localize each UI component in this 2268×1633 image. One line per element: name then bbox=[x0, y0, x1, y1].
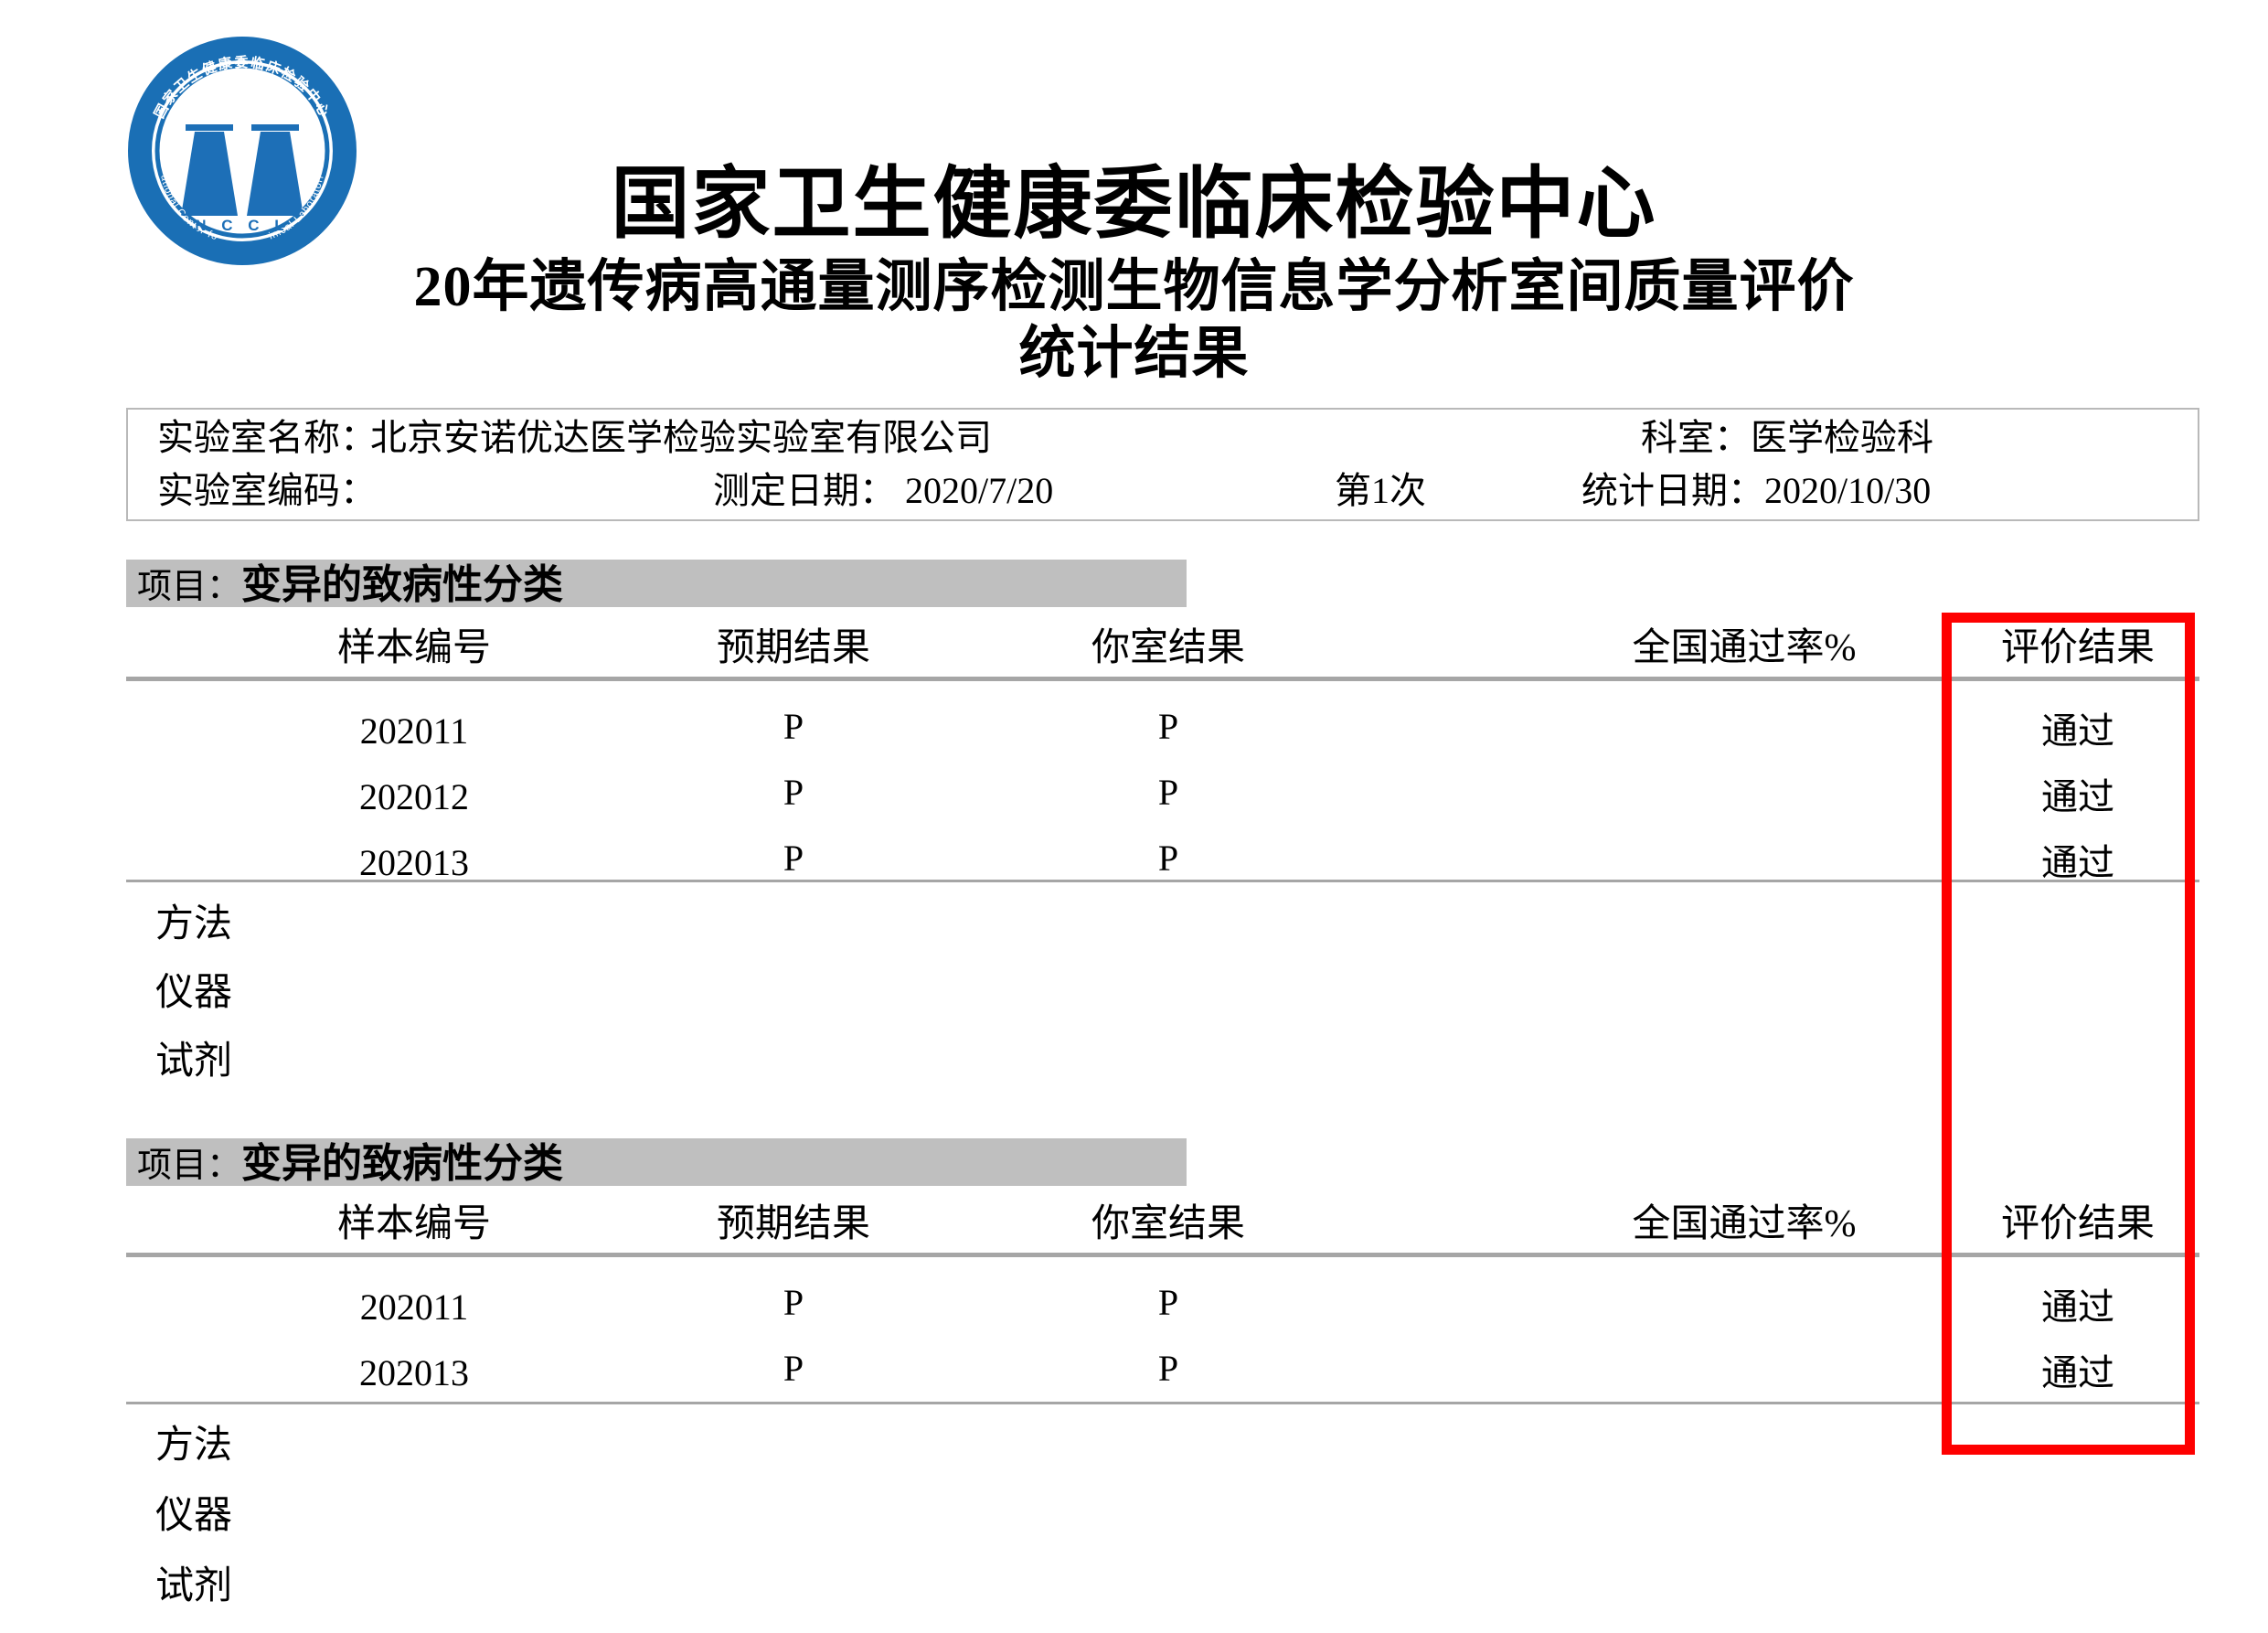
cell-yours: P bbox=[1157, 706, 1179, 747]
section-1-title: 项目：变异的致病性分类 bbox=[137, 561, 563, 611]
table-body-rule bbox=[126, 880, 2199, 882]
document-header: 国家卫生健康委临床检验中心 National Center for Clinic… bbox=[0, 0, 2268, 393]
section-2-title: 项目：变异的致病性分类 bbox=[137, 1140, 563, 1190]
table-body-rule bbox=[126, 1402, 2199, 1404]
cell-yours: P bbox=[1157, 1348, 1179, 1389]
table-row: 202012 bbox=[359, 776, 469, 817]
cell-expected: P bbox=[783, 838, 804, 879]
section-2-title-name: 变异的致病性分类 bbox=[241, 1141, 564, 1186]
header-national: 全国通过率% bbox=[1632, 1203, 1857, 1245]
cell-expected: P bbox=[783, 772, 804, 813]
document-page: 国家卫生健康委临床检验中心 National Center for Clinic… bbox=[0, 0, 2268, 1633]
method-label: 方法 bbox=[155, 903, 233, 945]
page-subtitle-2: 统计结果 bbox=[1018, 323, 1250, 386]
header-evaluation: 评价结果 bbox=[2000, 627, 2155, 669]
cell-expected: P bbox=[783, 1348, 804, 1389]
cell-yours: P bbox=[1157, 772, 1179, 813]
cell-evaluation: 通过 bbox=[2041, 776, 2114, 817]
section-1-title-prefix: 项目： bbox=[137, 568, 242, 606]
section-1-title-name: 变异的致病性分类 bbox=[241, 562, 564, 607]
table-row: 202011 bbox=[359, 710, 469, 752]
table-row: 202013 bbox=[359, 842, 469, 883]
header-yours: 你室结果 bbox=[1091, 1203, 1245, 1245]
page-subtitle: 20年遗传病高通量测序检测生物信息学分析室间质量评价 bbox=[413, 256, 1855, 318]
lab-name-value: 北京安诺优达医学检验实验室有限公司 bbox=[370, 417, 992, 458]
lab-code-label: 实验室编码： bbox=[157, 470, 377, 511]
lab-info-row-2: 实验室编码： 测定日期： 2020/7/20 第1次 统计日期：2020/10/… bbox=[128, 463, 2198, 519]
table-header-rule bbox=[126, 1253, 2199, 1257]
test-date-label: 测定日期： 2020/7/20 bbox=[713, 470, 1054, 511]
reagent-label: 试剂 bbox=[155, 1041, 233, 1083]
department-label: 科室：医学检验科 bbox=[1641, 417, 1933, 458]
table-header-rule bbox=[126, 677, 2199, 681]
lab-info-box: 实验室名称： 北京安诺优达医学检验实验室有限公司 科室：医学检验科 实验室编码：… bbox=[126, 408, 2199, 521]
cell-expected: P bbox=[783, 706, 804, 747]
header-evaluation: 评价结果 bbox=[2000, 1203, 2155, 1245]
cell-evaluation: 通过 bbox=[2041, 1352, 2114, 1393]
section-2-title-prefix: 项目： bbox=[137, 1147, 242, 1185]
lab-name-label: 实验室名称： bbox=[157, 417, 377, 458]
cell-evaluation: 通过 bbox=[2041, 1286, 2114, 1328]
title-block: 国家卫生健康委临床检验中心 20年遗传病高通量测序检测生物信息学分析室间质量评价… bbox=[0, 0, 2268, 384]
header-sample: 样本编号 bbox=[336, 1203, 491, 1245]
lab-info-row-1: 实验室名称： 北京安诺优达医学检验实验室有限公司 科室：医学检验科 bbox=[128, 410, 2198, 466]
header-expected: 预期结果 bbox=[716, 1203, 870, 1245]
statistics-date-label: 统计日期：2020/10/30 bbox=[1581, 470, 1932, 511]
header-national: 全国通过率% bbox=[1632, 627, 1857, 669]
cell-evaluation: 通过 bbox=[2041, 842, 2114, 883]
page-title: 国家卫生健康委临床检验中心 bbox=[611, 160, 1657, 248]
cell-yours: P bbox=[1157, 1282, 1179, 1323]
header-expected: 预期结果 bbox=[716, 627, 870, 669]
cell-expected: P bbox=[783, 1282, 804, 1323]
method-label: 方法 bbox=[155, 1425, 233, 1467]
header-sample: 样本编号 bbox=[336, 627, 491, 669]
table-row: 202013 bbox=[359, 1352, 469, 1393]
round-label: 第1次 bbox=[1335, 470, 1426, 511]
instrument-label: 仪器 bbox=[155, 1495, 233, 1537]
instrument-label: 仪器 bbox=[155, 972, 233, 1014]
reagent-label: 试剂 bbox=[155, 1565, 233, 1607]
cell-yours: P bbox=[1157, 838, 1179, 879]
cell-evaluation: 通过 bbox=[2041, 710, 2114, 752]
table-row: 202011 bbox=[359, 1286, 469, 1328]
header-yours: 你室结果 bbox=[1091, 627, 1245, 669]
